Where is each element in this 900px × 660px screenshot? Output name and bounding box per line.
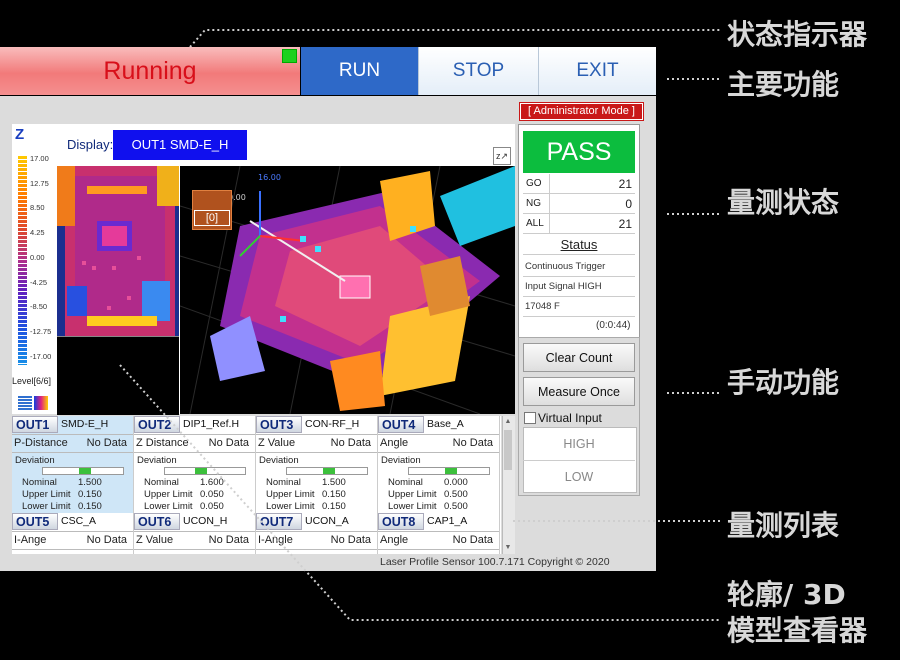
annotation-leader-lines <box>119 29 720 621</box>
